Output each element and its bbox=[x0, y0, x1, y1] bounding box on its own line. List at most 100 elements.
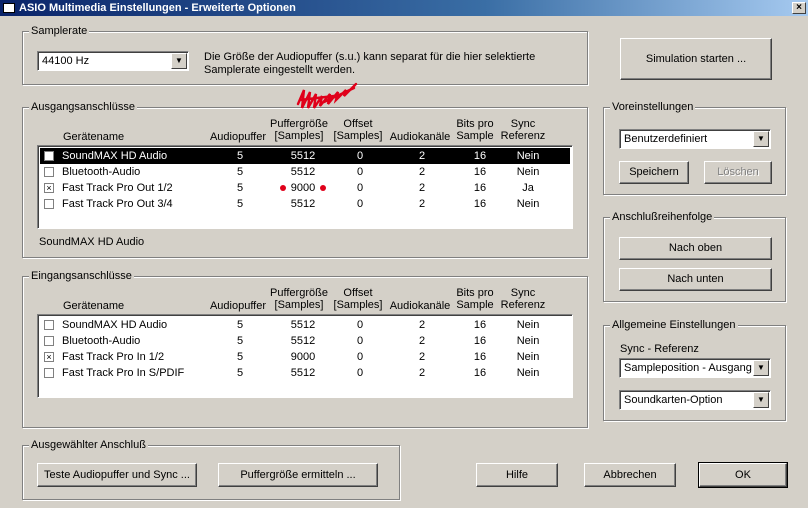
outputs-legend: Ausgangsanschlüsse bbox=[29, 101, 137, 114]
col-bits-2: Sample bbox=[456, 130, 494, 142]
col-size-2: [Samples] bbox=[274, 299, 324, 311]
help-label: Hilfe bbox=[505, 469, 528, 481]
buffers-cell: 5 bbox=[236, 166, 244, 178]
col-bits-1: Bits pro bbox=[456, 118, 494, 130]
size-cell: 5512 bbox=[290, 198, 316, 210]
samplerate-legend: Samplerate bbox=[29, 25, 90, 38]
bits-cell: 16 bbox=[473, 319, 487, 331]
checkbox[interactable]: × bbox=[44, 352, 54, 362]
col-offset-1: Offset bbox=[343, 287, 373, 299]
list-item[interactable]: Bluetooth-Audio 5 5512 0 2 16 Nein bbox=[40, 333, 570, 349]
col-sync-1: Sync bbox=[510, 118, 536, 130]
list-item[interactable]: × Fast Track Pro In 1/2 5 9000 0 2 16 Ne… bbox=[40, 349, 570, 365]
list-item[interactable]: SoundMAX HD Audio 5 5512 0 2 16 Nein bbox=[40, 317, 570, 333]
col-buffers: Audiopuffer bbox=[209, 300, 267, 312]
checkbox[interactable] bbox=[44, 199, 54, 209]
cancel-button[interactable]: Abbrechen bbox=[584, 463, 676, 487]
size-cell: 5512 bbox=[290, 367, 316, 379]
soundcard-option-select[interactable]: Soundkarten-Option ▼ bbox=[619, 390, 771, 410]
presets-select[interactable]: Benutzerdefiniert ▼ bbox=[619, 129, 771, 149]
channels-cell: 2 bbox=[418, 150, 426, 162]
detect-buffer-size-label: Puffergröße ermitteln ... bbox=[240, 469, 356, 481]
detect-buffer-size-button[interactable]: Puffergröße ermitteln ... bbox=[218, 463, 378, 487]
offset-cell: 0 bbox=[356, 367, 364, 379]
delete-button[interactable]: Löschen bbox=[704, 161, 772, 184]
col-offset-2: [Samples] bbox=[333, 299, 383, 311]
sync-reference-label: Sync - Referenz bbox=[620, 343, 699, 355]
checkbox[interactable] bbox=[44, 368, 54, 378]
checkbox[interactable]: × bbox=[44, 183, 54, 193]
presets-legend: Voreinstellungen bbox=[610, 101, 696, 114]
bits-cell: 16 bbox=[473, 198, 487, 210]
size-cell: 5512 bbox=[290, 319, 316, 331]
chevron-down-icon[interactable]: ▼ bbox=[753, 360, 769, 376]
ok-button[interactable]: OK bbox=[698, 462, 788, 488]
ok-label: OK bbox=[735, 469, 751, 481]
list-item[interactable]: Fast Track Pro Out 3/4 5 5512 0 2 16 Nei… bbox=[40, 196, 570, 212]
move-up-button[interactable]: Nach oben bbox=[619, 237, 772, 260]
list-item[interactable]: SoundMAX HD Audio 5 5512 0 2 16 Nein bbox=[40, 148, 570, 164]
device-name: SoundMAX HD Audio bbox=[62, 319, 168, 331]
col-channels: Audiokanäle bbox=[389, 300, 451, 312]
close-button[interactable]: × bbox=[792, 2, 806, 14]
bits-cell: 16 bbox=[473, 150, 487, 162]
buffers-cell: 5 bbox=[236, 335, 244, 347]
checkbox[interactable] bbox=[44, 336, 54, 346]
bits-cell: 16 bbox=[473, 166, 487, 178]
samplerate-select[interactable]: 44100 Hz ▼ bbox=[37, 51, 189, 71]
checkbox[interactable] bbox=[44, 320, 54, 330]
red-scribble-annotation bbox=[296, 82, 358, 109]
col-size-1: Puffergröße bbox=[270, 287, 328, 299]
bits-cell: 16 bbox=[473, 335, 487, 347]
title-bar[interactable]: ASIO Multimedia Einstellungen - Erweiter… bbox=[0, 0, 808, 16]
test-buffers-button[interactable]: Teste Audiopuffer und Sync ... bbox=[37, 463, 197, 487]
test-buffers-label: Teste Audiopuffer und Sync ... bbox=[44, 469, 190, 481]
col-offset-2: [Samples] bbox=[333, 130, 383, 142]
chevron-down-icon[interactable]: ▼ bbox=[753, 131, 769, 147]
sync-reference-select[interactable]: Sampleposition - Ausgang ▼ bbox=[619, 358, 771, 378]
list-item[interactable]: Fast Track Pro In S/PDIF 5 5512 0 2 16 N… bbox=[40, 365, 570, 381]
sync-reference-value: Sampleposition - Ausgang bbox=[624, 362, 752, 374]
col-offset-1: Offset bbox=[343, 118, 373, 130]
save-button[interactable]: Speichern bbox=[619, 161, 689, 184]
channels-cell: 2 bbox=[418, 319, 426, 331]
offset-cell: 0 bbox=[356, 351, 364, 363]
offset-cell: 0 bbox=[356, 166, 364, 178]
general-legend: Allgemeine Einstellungen bbox=[610, 319, 738, 332]
selected-port-legend: Ausgewählter Anschluß bbox=[29, 439, 148, 452]
offset-cell: 0 bbox=[356, 319, 364, 331]
help-button[interactable]: Hilfe bbox=[476, 463, 558, 487]
list-item[interactable]: × Fast Track Pro Out 1/2 5 9000 0 2 16 J… bbox=[40, 180, 570, 196]
col-bits-1: Bits pro bbox=[456, 287, 494, 299]
offset-cell: 0 bbox=[356, 335, 364, 347]
presets-value: Benutzerdefiniert bbox=[624, 133, 708, 145]
col-bits-2: Sample bbox=[456, 299, 494, 311]
size-value: 9000 bbox=[290, 182, 316, 194]
chevron-down-icon[interactable]: ▼ bbox=[171, 53, 187, 69]
sync-cell: Nein bbox=[516, 166, 540, 178]
col-channels: Audiokanäle bbox=[389, 131, 451, 143]
move-up-label: Nach oben bbox=[668, 242, 723, 254]
checkbox[interactable] bbox=[44, 151, 54, 161]
channels-cell: 2 bbox=[418, 335, 426, 347]
sync-cell: Nein bbox=[516, 150, 540, 162]
move-down-button[interactable]: Nach unten bbox=[619, 268, 772, 291]
outputs-list[interactable]: SoundMAX HD Audio 5 5512 0 2 16 Nein Blu… bbox=[37, 145, 573, 229]
simulation-start-label: Simulation starten ... bbox=[645, 53, 747, 65]
col-device: Gerätename bbox=[63, 300, 125, 312]
size-cell: 5512 bbox=[290, 335, 316, 347]
chevron-down-icon[interactable]: ▼ bbox=[753, 392, 769, 408]
inputs-legend: Eingangsanschlüsse bbox=[29, 270, 134, 283]
sync-cell: Nein bbox=[516, 319, 540, 331]
sync-cell: Nein bbox=[516, 367, 540, 379]
size-cell: 9000 bbox=[290, 351, 316, 363]
bits-cell: 16 bbox=[473, 367, 487, 379]
save-label: Speichern bbox=[629, 166, 679, 178]
checkbox[interactable] bbox=[44, 167, 54, 177]
bits-cell: 16 bbox=[473, 351, 487, 363]
simulation-start-button[interactable]: Simulation starten ... bbox=[620, 38, 772, 80]
device-name: Fast Track Pro Out 3/4 bbox=[62, 198, 173, 210]
channels-cell: 2 bbox=[418, 166, 426, 178]
inputs-list[interactable]: SoundMAX HD Audio 5 5512 0 2 16 Nein Blu… bbox=[37, 314, 573, 398]
list-item[interactable]: Bluetooth-Audio 5 5512 0 2 16 Nein bbox=[40, 164, 570, 180]
